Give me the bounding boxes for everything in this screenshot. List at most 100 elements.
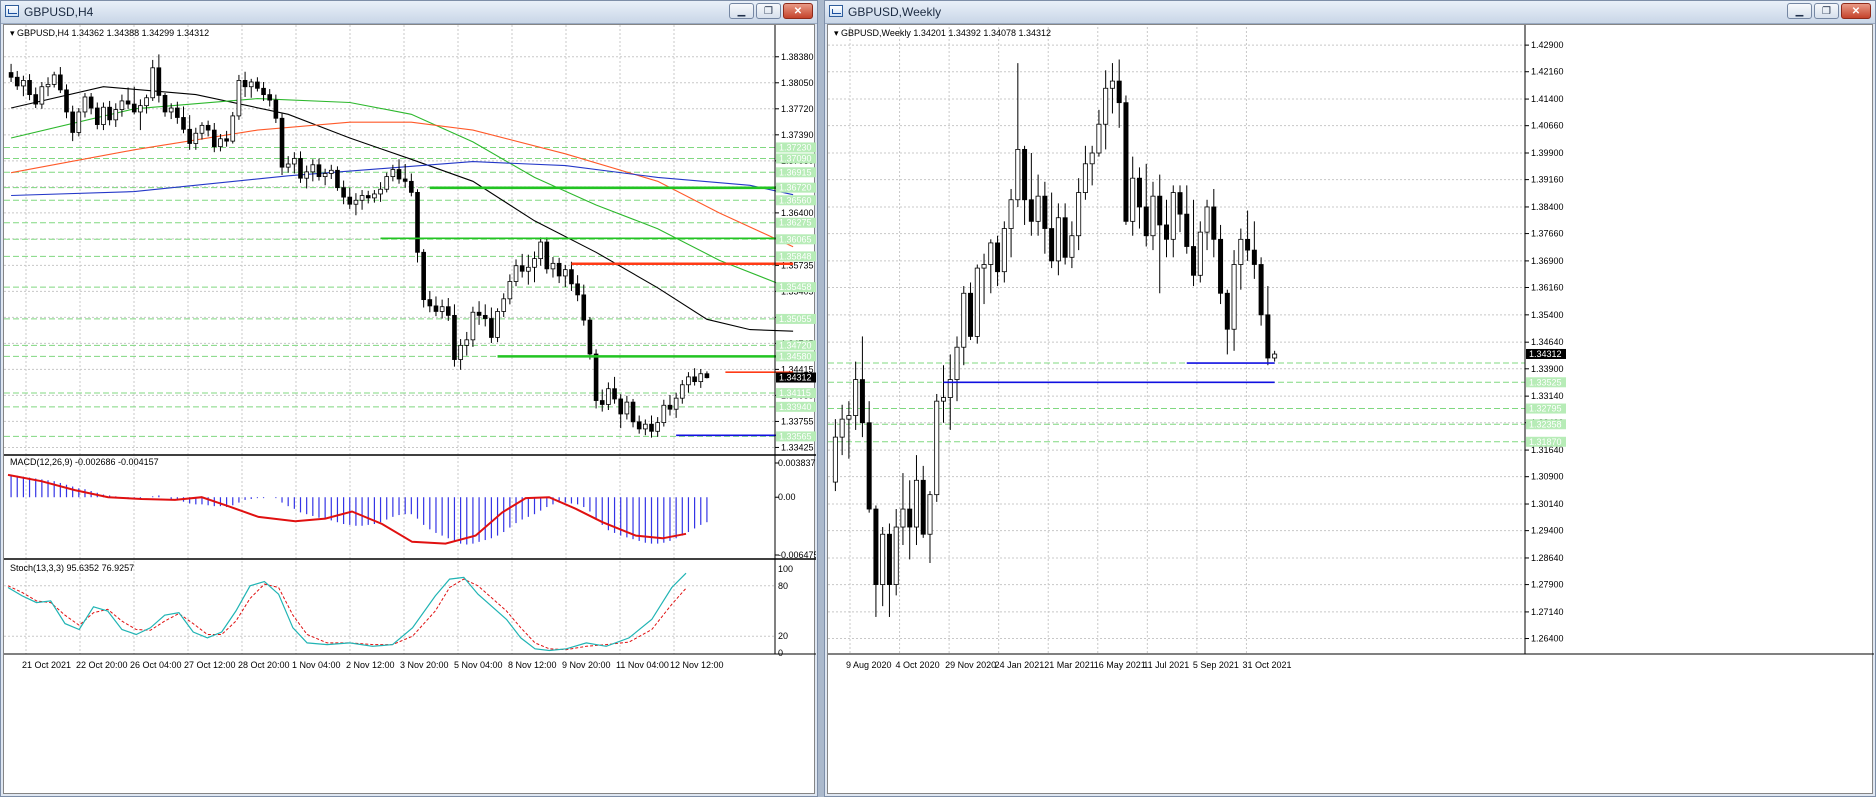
y-axis-label: 1.27140 <box>1531 607 1564 617</box>
candle-body <box>1055 217 1061 262</box>
candle-body <box>76 111 82 133</box>
candle-body <box>27 80 32 96</box>
candle-body <box>285 163 291 168</box>
x-axis-label: 5 Sep 2021 <box>1193 660 1239 670</box>
candle-body <box>636 421 642 430</box>
candle-body <box>839 418 845 438</box>
candle-body <box>1130 177 1136 222</box>
candle-body <box>556 262 562 277</box>
weekly-chart-svg[interactable]: 9 Aug 2020 4 Oct 2020 29 Nov 202024 Jan 20… <box>828 25 1874 795</box>
candle-body <box>661 404 667 424</box>
candle-body <box>1245 238 1251 251</box>
h4-window-titlebar[interactable]: GBPUSD,H4 ▁ ❐ ✕ <box>1 1 817 24</box>
candle-body <box>125 100 131 105</box>
y-axis-label: 1.42160 <box>1531 67 1564 77</box>
candle-body <box>832 436 838 483</box>
candle-body <box>1265 314 1271 359</box>
candle-body <box>415 191 420 253</box>
stoch-axis-label: 80 <box>778 581 788 591</box>
restore-button[interactable]: ❐ <box>756 3 781 19</box>
candle-body <box>1258 264 1264 316</box>
candle-body <box>310 164 316 173</box>
candle-body <box>1116 80 1122 104</box>
close-button[interactable]: ✕ <box>783 3 813 19</box>
candle-body <box>273 99 279 119</box>
candle-body <box>643 423 648 430</box>
candle-body <box>119 100 125 110</box>
price-label: 1.37090 <box>779 153 812 163</box>
h4-chart-area[interactable]: 21 Oct 2021 22 Oct 20:00 26 Oct 04:00 27 Oc… <box>3 24 816 795</box>
candle-body <box>1008 199 1014 229</box>
candle-body <box>353 199 359 205</box>
h4-window-title: GBPUSD,H4 <box>24 5 94 19</box>
price-label: 1.34312 <box>779 373 812 383</box>
candle-body <box>1035 195 1041 222</box>
candle-body <box>630 401 636 423</box>
macd-axis-label: -0.006475 <box>778 550 816 560</box>
weekly-chart-window[interactable]: GBPUSD,Weekly ▁ ❐ ✕ 9 Aug 2020 4 Oct 2020 29… <box>824 0 1876 797</box>
x-axis-label: 5 Nov 04:00 <box>454 660 503 670</box>
candle-body <box>445 306 451 316</box>
candle-body <box>1170 192 1176 240</box>
minimize-button[interactable]: ▁ <box>1787 3 1812 19</box>
chart-window-icon <box>5 5 19 17</box>
candle-body <box>1028 199 1034 222</box>
y-axis-label: 1.36400 <box>781 208 814 218</box>
h4-chart-svg[interactable]: 21 Oct 2021 22 Oct 20:00 26 Oct 04:00 27 Oc… <box>4 25 816 795</box>
y-axis-label: 1.41400 <box>1531 94 1564 104</box>
candle-body <box>14 76 20 87</box>
candle-body <box>341 187 346 198</box>
weekly-window-titlebar[interactable]: GBPUSD,Weekly ▁ ❐ ✕ <box>825 1 1875 24</box>
candle-body <box>501 298 507 312</box>
x-axis-label: 29 Nov 2020 <box>945 660 996 670</box>
x-axis-label: 11 Nov 04:00 <box>616 660 669 670</box>
moving-average-line <box>10 121 794 248</box>
stoch-axis-label: 20 <box>778 631 788 641</box>
price-label: 1.31870 <box>1529 437 1562 447</box>
candle-body <box>968 292 974 337</box>
candle-body <box>698 373 704 383</box>
y-axis-label: 1.37390 <box>781 130 814 140</box>
close-button[interactable]: ✕ <box>1841 3 1871 19</box>
candle-body <box>168 107 174 113</box>
candle-body <box>941 397 946 402</box>
candle-body <box>1123 102 1129 222</box>
candle-body <box>347 196 353 205</box>
candle-body <box>193 132 199 144</box>
candle-body <box>224 138 229 142</box>
candle-body <box>94 107 100 125</box>
candle-body <box>236 80 242 117</box>
candle-body <box>1177 192 1183 215</box>
y-axis-label: 1.34640 <box>1531 337 1564 347</box>
x-axis-label: 8 Nov 12:00 <box>508 660 557 670</box>
y-axis-label: 1.42900 <box>1531 40 1564 50</box>
candle-body <box>409 180 414 193</box>
candle-body <box>181 117 186 130</box>
restore-button[interactable]: ❐ <box>1814 3 1839 19</box>
candle-body <box>156 67 162 96</box>
candle-body <box>1231 264 1237 330</box>
candle-body <box>384 176 390 190</box>
price-label: 1.37230 <box>779 142 812 152</box>
price-label: 1.36560 <box>779 195 812 205</box>
candle-body <box>846 415 852 420</box>
candle-body <box>532 258 537 268</box>
candle-body <box>954 346 960 380</box>
weekly-chart-area[interactable]: 9 Aug 2020 4 Oct 2020 29 Nov 2020 24 Jan 20… <box>827 24 1874 795</box>
candle-body <box>1238 238 1244 265</box>
y-axis-label: 1.30900 <box>1531 472 1564 482</box>
candle-body <box>569 269 574 285</box>
candle-body <box>464 339 470 346</box>
candle-body <box>328 169 334 174</box>
candle-body <box>981 264 987 269</box>
h4-chart-window[interactable]: GBPUSD,H4 ▁ ❐ ✕ 21 Oct 2021 22 Oct 20:00 26 … <box>0 0 818 797</box>
candle-body <box>900 508 906 528</box>
candle-body <box>230 115 236 142</box>
x-axis-label: 16 May 2021 <box>1094 660 1146 670</box>
candle-body <box>470 311 476 341</box>
x-axis-label: 4 Oct 2020 <box>896 660 940 670</box>
candle-body <box>1049 228 1055 262</box>
candle-body <box>372 193 377 199</box>
candle-body <box>107 106 112 121</box>
minimize-button[interactable]: ▁ <box>729 3 754 19</box>
